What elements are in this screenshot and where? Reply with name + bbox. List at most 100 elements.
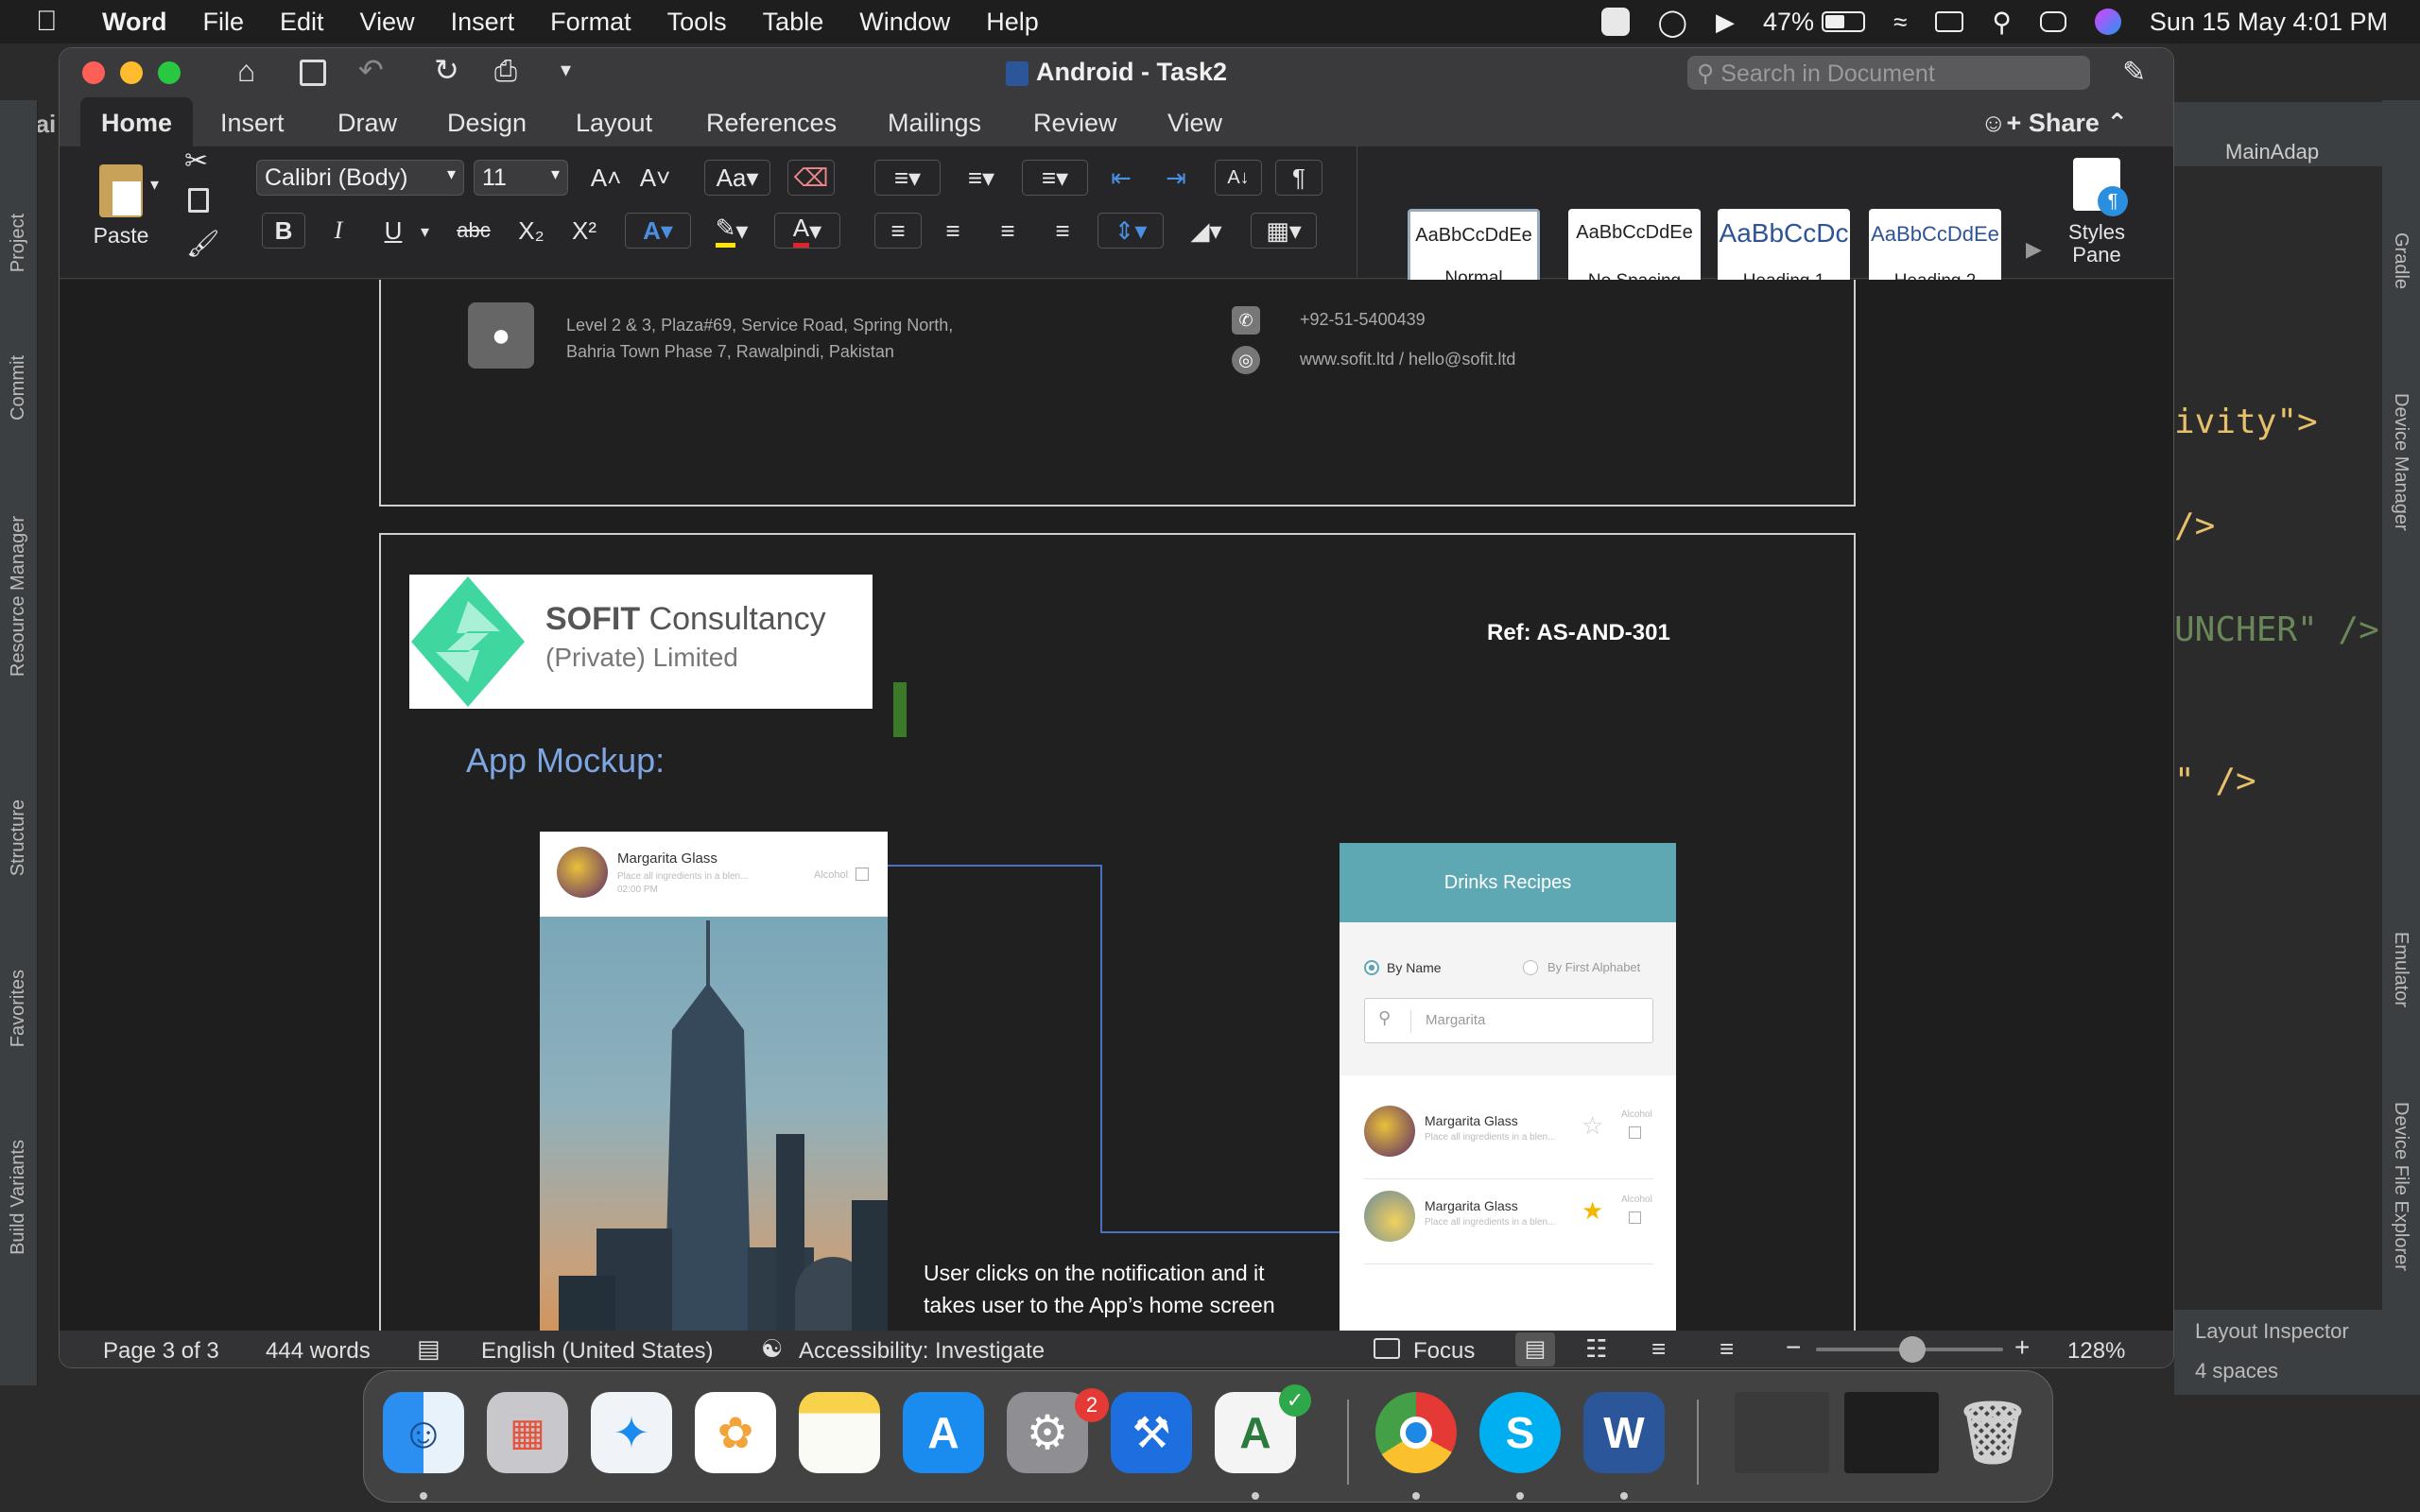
- menu-edit[interactable]: Edit: [280, 8, 324, 37]
- styles-pane-button[interactable]: ¶ Styles Pane: [2045, 158, 2149, 281]
- bold-button[interactable]: B: [262, 213, 305, 249]
- minimized-window-thumbnail-icon[interactable]: [1735, 1392, 1829, 1473]
- notes-icon[interactable]: [799, 1392, 880, 1473]
- superscript-button[interactable]: X²: [561, 213, 608, 249]
- menu-help[interactable]: Help: [986, 8, 1039, 37]
- shading-button[interactable]: ◢▾: [1173, 213, 1239, 249]
- ide-layout-inspector[interactable]: Layout Inspector: [2195, 1319, 2349, 1344]
- zoom-in-button[interactable]: +: [2014, 1332, 2030, 1363]
- underline-button[interactable]: U: [372, 213, 415, 249]
- tab-mailings[interactable]: Mailings: [888, 97, 981, 146]
- italic-button[interactable]: I: [317, 213, 360, 249]
- styles-scroll-right-icon[interactable]: ▶: [2026, 237, 2042, 262]
- borders-button[interactable]: ▦▾: [1251, 213, 1317, 249]
- draft-view-icon[interactable]: ≡: [1720, 1334, 1734, 1364]
- language[interactable]: English (United States): [481, 1338, 713, 1365]
- page-count[interactable]: Page 3 of 3: [103, 1338, 219, 1365]
- xcode-icon[interactable]: ⚒: [1111, 1392, 1192, 1473]
- decrease-font-size-button[interactable]: A˅: [632, 160, 678, 196]
- spotlight-search-icon[interactable]: ⚲: [1992, 7, 2012, 38]
- accessibility-status[interactable]: Accessibility: Investigate: [799, 1338, 1045, 1365]
- share-button[interactable]: ☺+ Share ⌃: [1980, 109, 2128, 138]
- word-count[interactable]: 444 words: [266, 1338, 371, 1365]
- word-icon[interactable]: W: [1583, 1392, 1665, 1473]
- battery-icon[interactable]: [1822, 11, 1866, 32]
- tab-review[interactable]: Review: [1033, 97, 1117, 146]
- ide-indent-setting[interactable]: 4 spaces: [2195, 1359, 2278, 1383]
- menu-window[interactable]: Window: [859, 8, 950, 37]
- menu-format[interactable]: Format: [550, 8, 631, 37]
- play-status-icon[interactable]: ▶: [1716, 8, 1735, 37]
- siri-icon[interactable]: [2094, 9, 2121, 35]
- assistant-icon[interactable]: ✎: [2122, 56, 2146, 89]
- keyboard-input-icon[interactable]: [1935, 11, 1964, 32]
- paste-options-icon[interactable]: ▾: [150, 175, 159, 195]
- change-case-button[interactable]: Aa▾: [704, 160, 770, 196]
- zoom-level[interactable]: 128%: [2067, 1338, 2125, 1365]
- finder-icon[interactable]: ☺: [383, 1392, 464, 1473]
- highlight-color-button[interactable]: ✎ ▾: [699, 213, 765, 249]
- app-store-icon[interactable]: A: [903, 1392, 984, 1473]
- ide-tab-resource-manager[interactable]: Resource Manager: [8, 516, 29, 677]
- skype-icon[interactable]: S: [1479, 1392, 1561, 1473]
- collapse-ribbon-icon[interactable]: ⌃: [2106, 109, 2128, 137]
- print-layout-view-icon[interactable]: ▤: [1515, 1332, 1555, 1366]
- menu-table[interactable]: Table: [763, 8, 824, 37]
- multilevel-list-button[interactable]: ≡▾: [1022, 160, 1088, 196]
- control-center-icon[interactable]: [2039, 11, 2066, 32]
- cut-icon[interactable]: ✂: [184, 145, 208, 178]
- increase-font-size-button[interactable]: A˄: [583, 160, 629, 196]
- numbering-button[interactable]: ≡▾: [948, 160, 1014, 196]
- line-spacing-button[interactable]: ⇕▾: [1098, 213, 1164, 249]
- font-name-dropdown[interactable]: Calibri (Body) ▾: [256, 160, 464, 196]
- ide-tab-build-variants[interactable]: Build Variants: [8, 1140, 29, 1255]
- ide-tab-emulator[interactable]: Emulator: [2390, 932, 2411, 1007]
- apple-menu-icon[interactable]: : [36, 6, 74, 38]
- tab-references[interactable]: References: [706, 97, 837, 146]
- menu-tools[interactable]: Tools: [667, 8, 727, 37]
- text-effects-button[interactable]: A▾: [625, 213, 691, 249]
- menu-clock[interactable]: Sun 15 May 4:01 PM: [2150, 8, 2388, 37]
- ide-tab-gradle[interactable]: Gradle: [2390, 232, 2411, 289]
- ide-tab-structure[interactable]: Structure: [8, 799, 29, 876]
- font-color-button[interactable]: A ▾: [774, 213, 840, 249]
- tab-home[interactable]: Home: [80, 97, 194, 146]
- ide-tab-project[interactable]: Project: [8, 214, 29, 272]
- photos-icon[interactable]: ✿: [695, 1392, 776, 1473]
- align-center-button[interactable]: ≡: [929, 213, 977, 249]
- tab-design[interactable]: Design: [447, 97, 527, 146]
- tab-insert[interactable]: Insert: [220, 97, 285, 146]
- tab-view[interactable]: View: [1167, 97, 1222, 146]
- justify-button[interactable]: ≡: [1039, 213, 1086, 249]
- menu-app-word[interactable]: Word: [102, 8, 167, 37]
- ide-tab-favorites[interactable]: Favorites: [8, 970, 29, 1047]
- tab-layout[interactable]: Layout: [576, 97, 652, 146]
- increase-indent-button[interactable]: ⇥: [1152, 160, 1200, 196]
- trash-icon[interactable]: 🗑: [1952, 1392, 2033, 1473]
- copy-icon[interactable]: [188, 188, 209, 213]
- ide-tab-device-file-explorer[interactable]: Device File Explorer: [2390, 1102, 2411, 1271]
- proofing-icon[interactable]: ▤: [417, 1334, 441, 1364]
- align-right-button[interactable]: ≡: [984, 213, 1031, 249]
- format-painter-icon[interactable]: 🖌: [186, 228, 220, 259]
- align-left-button[interactable]: ≡: [874, 213, 922, 249]
- menu-insert[interactable]: Insert: [451, 8, 515, 37]
- wifi-icon[interactable]: ≈: [1893, 8, 1907, 37]
- paste-button[interactable]: Paste: [78, 154, 164, 258]
- safari-icon[interactable]: ✦: [591, 1392, 672, 1473]
- decrease-indent-button[interactable]: ⇤: [1098, 160, 1145, 196]
- creative-cloud-icon[interactable]: ◯: [1658, 7, 1687, 38]
- minimized-window-thumbnail-icon[interactable]: [1844, 1392, 1939, 1473]
- document-canvas[interactable]: ● Level 2 & 3, Plaza#69, Service Road, S…: [60, 280, 2173, 1331]
- web-layout-view-icon[interactable]: ☷: [1585, 1334, 1607, 1364]
- clear-formatting-icon[interactable]: ⌫: [787, 160, 835, 196]
- menu-view[interactable]: View: [360, 8, 415, 37]
- ide-code-editor[interactable]: ivity"> /> UNCHER" /> " />: [2174, 166, 2382, 1206]
- strikethrough-button[interactable]: abc: [445, 213, 502, 249]
- font-size-dropdown[interactable]: 11 ▾: [474, 160, 568, 196]
- underline-options-icon[interactable]: ▾: [421, 222, 429, 242]
- chrome-icon[interactable]: [1375, 1392, 1457, 1473]
- bullets-button[interactable]: ≡▾: [874, 160, 941, 196]
- ide-tab-device-manager[interactable]: Device Manager: [2390, 393, 2411, 531]
- subscript-button[interactable]: X₂: [508, 213, 555, 249]
